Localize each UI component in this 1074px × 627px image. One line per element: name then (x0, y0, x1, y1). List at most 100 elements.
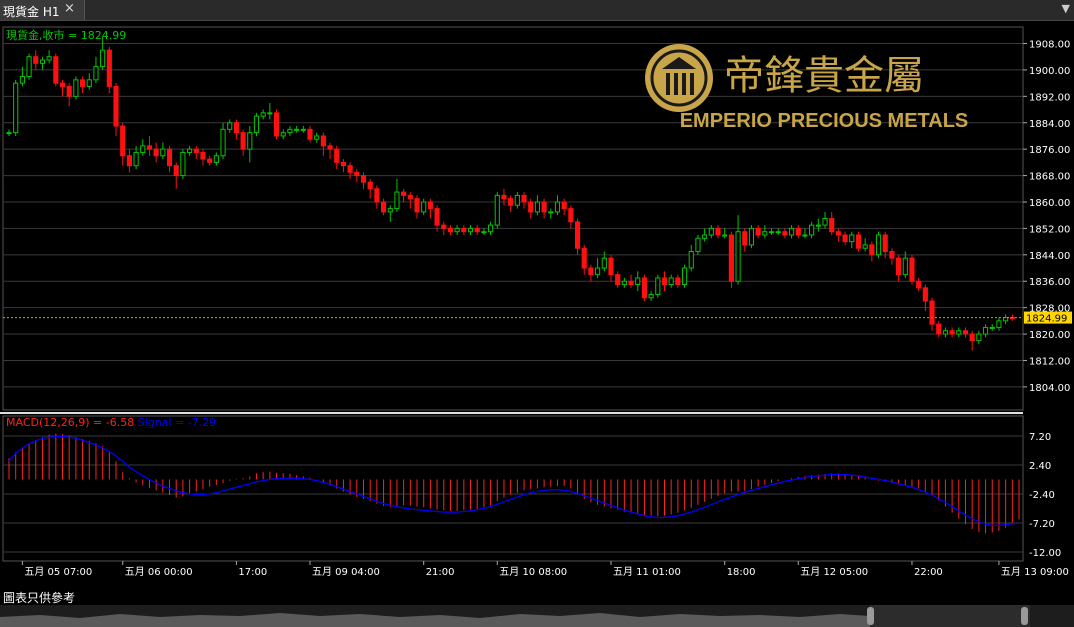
x-tick-label: 五月 12 05:00 (800, 566, 868, 578)
candle-body (240, 132, 246, 150)
candle-body (26, 56, 32, 78)
candle-body (829, 218, 835, 233)
x-tick-label: 18:00 (727, 567, 756, 578)
x-tick-label: 17:00 (238, 567, 267, 578)
price-tick-label: 1844.00 (1029, 251, 1070, 262)
candle-body (882, 234, 888, 253)
candle-body (294, 128, 300, 131)
chart-tab[interactable]: 現貨金 H1 × (0, 0, 85, 20)
candle-body (360, 175, 367, 183)
candle-body (454, 227, 460, 233)
candle-body (608, 257, 614, 276)
x-tick-label: 五月 05 07:00 (24, 566, 92, 578)
macd-tick-label: -7.20 (1029, 519, 1055, 530)
candle-body (615, 274, 621, 286)
candle-body (688, 251, 694, 269)
x-tick-label: 五月 13 09:00 (1001, 566, 1069, 578)
candle-body (354, 171, 360, 177)
dropdown-arrow-icon[interactable]: ▼ (1062, 2, 1070, 15)
candle-body (581, 247, 587, 269)
candle-body (6, 132, 12, 135)
candle-body (822, 218, 828, 226)
candle-body (461, 227, 467, 233)
candle-body (126, 155, 132, 167)
candle-body (33, 56, 39, 64)
candle-body (635, 277, 641, 286)
candle-body (253, 115, 260, 134)
macd-tick-label: -12.00 (1029, 548, 1061, 559)
candle-body (528, 201, 534, 213)
candle-body (280, 132, 286, 137)
close-icon[interactable]: × (64, 1, 75, 16)
scrollbar-left-handle[interactable] (867, 607, 874, 625)
candle-body (869, 244, 875, 256)
candle-body (956, 330, 962, 335)
history-scrollbar[interactable] (0, 605, 1074, 627)
candle-body (929, 300, 935, 325)
candle-body (374, 188, 380, 203)
macd-tick-label: 2.40 (1029, 461, 1051, 472)
candle-body (227, 122, 233, 130)
candle-body (621, 280, 627, 286)
candle-body (889, 251, 895, 259)
price-tick-label: 1812.00 (1029, 356, 1070, 367)
chart-tab-label: 現貨金 H1 (3, 5, 60, 19)
brand-seal-pillar-1 (666, 73, 670, 95)
candle-body (247, 132, 253, 150)
scrollbar-preview-area (0, 613, 870, 627)
candle-body (668, 277, 674, 286)
brand-seal-pillar-3 (682, 73, 686, 95)
candle-body (467, 227, 474, 233)
last-price-label: 1824.99 (1026, 314, 1067, 325)
price-chart-title: 現貨金,收市 = 1824.99 (6, 28, 126, 42)
macd-histogram (8, 433, 1020, 534)
candle-body (681, 267, 688, 286)
macd-signal-line (8, 435, 1019, 527)
candle-body (962, 330, 969, 335)
candle-body (561, 201, 567, 210)
candle-body (187, 148, 193, 153)
candle-body (233, 122, 239, 134)
brand-seal-pillar-2 (674, 73, 678, 95)
candle-body (969, 333, 975, 342)
candle-body (193, 148, 199, 153)
macd-tick-label: -2.40 (1029, 490, 1055, 501)
candle-body (180, 151, 186, 177)
price-tick-label: 1876.00 (1029, 145, 1070, 156)
scrollbar-right-handle[interactable] (1021, 607, 1028, 625)
candle-body (595, 267, 601, 276)
price-tick-label: 1908.00 (1029, 40, 1070, 51)
candle-body (795, 227, 801, 236)
candle-body (207, 158, 213, 163)
candle-body (548, 211, 554, 214)
candle-body (66, 85, 72, 97)
candle-body (601, 257, 607, 269)
macd-signal-label: Signal = -7.29 (138, 416, 216, 429)
candle-body (387, 208, 393, 213)
scrollbar-window[interactable] (870, 605, 1030, 627)
candle-body (394, 191, 400, 210)
price-tick-label: 1892.00 (1029, 92, 1070, 103)
candle-body (855, 234, 862, 249)
candle-body (494, 194, 500, 226)
candle-body (588, 267, 594, 276)
candle-body (809, 224, 815, 236)
candle-body (447, 227, 454, 233)
candle-body (695, 237, 701, 253)
candle-body (742, 231, 748, 246)
price-tick-label: 1804.00 (1029, 383, 1070, 394)
price-tick-label: 1852.00 (1029, 224, 1070, 235)
candle-body (160, 148, 166, 157)
candle-body (949, 330, 955, 335)
candle-body (133, 151, 139, 167)
candle-body (989, 326, 995, 329)
brand-seal-icon (645, 44, 713, 112)
macd-grid: 7.20 2.40 -2.40 -7.20 -12.00 五月 05 07:00 五月 06… (2, 415, 1069, 578)
price-tick-label: 1820.00 (1029, 330, 1070, 341)
brand-english-name: EMPERIO PRECIOUS METALS (680, 110, 969, 132)
candle-body (849, 234, 855, 243)
candle-body (715, 227, 721, 236)
disclaimer-note: 圖表只供參考 (3, 591, 76, 605)
candle-body (340, 161, 347, 167)
chart-canvas[interactable]: 1804.001812.001820.001828.001836.001844.… (0, 21, 1074, 605)
